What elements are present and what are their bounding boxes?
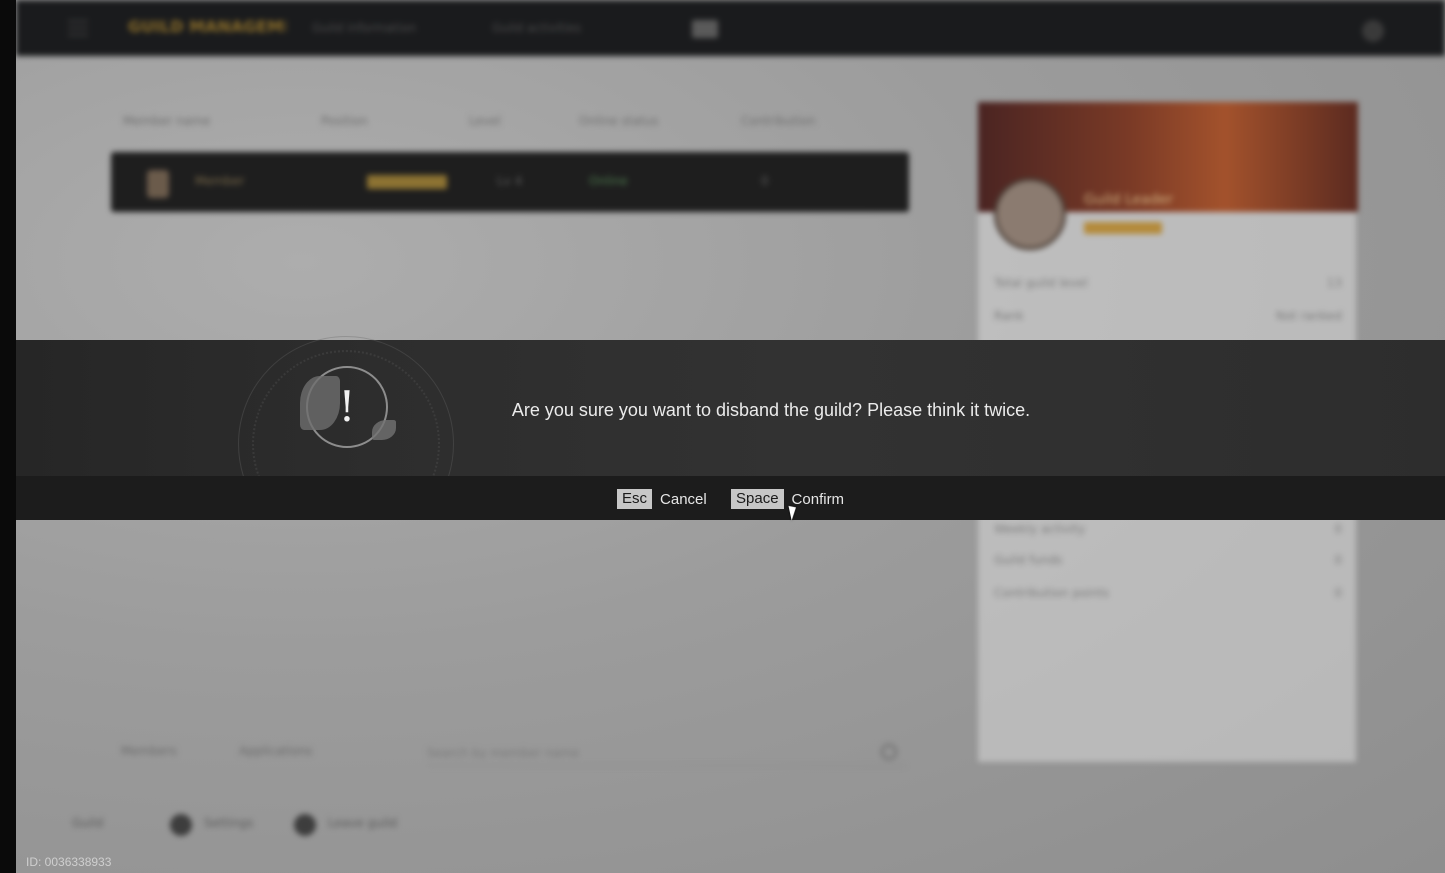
left-edge-strip (0, 0, 16, 873)
cancel-button[interactable]: Esc Cancel (617, 488, 707, 510)
guild-action[interactable]: Guild (72, 816, 142, 834)
confirm-button[interactable]: Space Confirm (731, 488, 844, 510)
tab-guild-info[interactable]: Guild information (312, 21, 444, 39)
list-footer: Members Applications Search by member na… (111, 736, 911, 768)
game-window: GUILD MANAGEMENT Guild information Guild… (16, 0, 1445, 873)
dialog-message: Are you sure you want to disband the gui… (511, 400, 1031, 420)
profile-portrait (994, 178, 1066, 250)
settings-icon[interactable] (170, 814, 192, 836)
player-id: ID: 0036338933 (26, 855, 112, 869)
profile-row: Weekly activity 0 (994, 522, 1342, 536)
warning-icon: ! (300, 366, 396, 448)
profile-name: Guild Leader (1084, 192, 1173, 208)
position-badge (367, 175, 447, 189)
member-name: Member (195, 174, 245, 188)
profile-row: Rank Not ranked (994, 309, 1342, 323)
members-count: Members (121, 744, 177, 758)
cancel-label: Cancel (660, 490, 707, 508)
page-title: GUILD MANAGEMENT (128, 17, 286, 36)
member-level: Lv 4 (497, 174, 523, 188)
leave-guild-action[interactable]: Leave guild (328, 816, 438, 834)
filter-member-name[interactable]: Member name (123, 114, 233, 132)
filter-contribution[interactable]: Contribution (741, 114, 871, 132)
confirm-label: Confirm (791, 490, 845, 508)
filter-online-status[interactable]: Online status (579, 114, 689, 132)
profile-row: Total guild level 13 (994, 276, 1342, 290)
confirm-dialog: ! Are you sure you want to disband the g… (16, 336, 1445, 476)
tab-guild-activities[interactable]: Guild activities (492, 21, 632, 39)
profile-badge (1084, 222, 1162, 234)
filter-bar: Member name Position Level Online status… (111, 108, 911, 138)
action-bar: Guild Settings Leave guild (66, 810, 466, 840)
mail-icon[interactable] (692, 20, 718, 38)
dialog-button-bar: Esc Cancel Space Confirm (16, 476, 1445, 520)
settings-action[interactable]: Settings (204, 816, 274, 834)
filter-level[interactable]: Level (469, 114, 549, 132)
menu-icon[interactable] (68, 20, 88, 36)
filter-position[interactable]: Position (321, 114, 431, 132)
member-contribution: 0 (761, 174, 769, 188)
top-bar: GUILD MANAGEMENT Guild information Guild… (16, 0, 1445, 56)
profile-row: Contribution points 0 (994, 586, 1342, 600)
applications-link[interactable]: Applications (239, 744, 349, 762)
member-status: Online (589, 174, 628, 188)
search-input[interactable]: Search by member name (427, 740, 905, 766)
profile-row: Guild funds 0 (994, 553, 1342, 567)
leave-icon[interactable] (294, 814, 316, 836)
space-key-hint: Space (731, 489, 784, 509)
search-icon[interactable] (881, 744, 897, 760)
user-icon[interactable] (1362, 20, 1384, 42)
esc-key-hint: Esc (617, 489, 653, 509)
avatar (147, 170, 169, 198)
member-row[interactable]: Member Lv 4 Online 0 (111, 152, 909, 212)
